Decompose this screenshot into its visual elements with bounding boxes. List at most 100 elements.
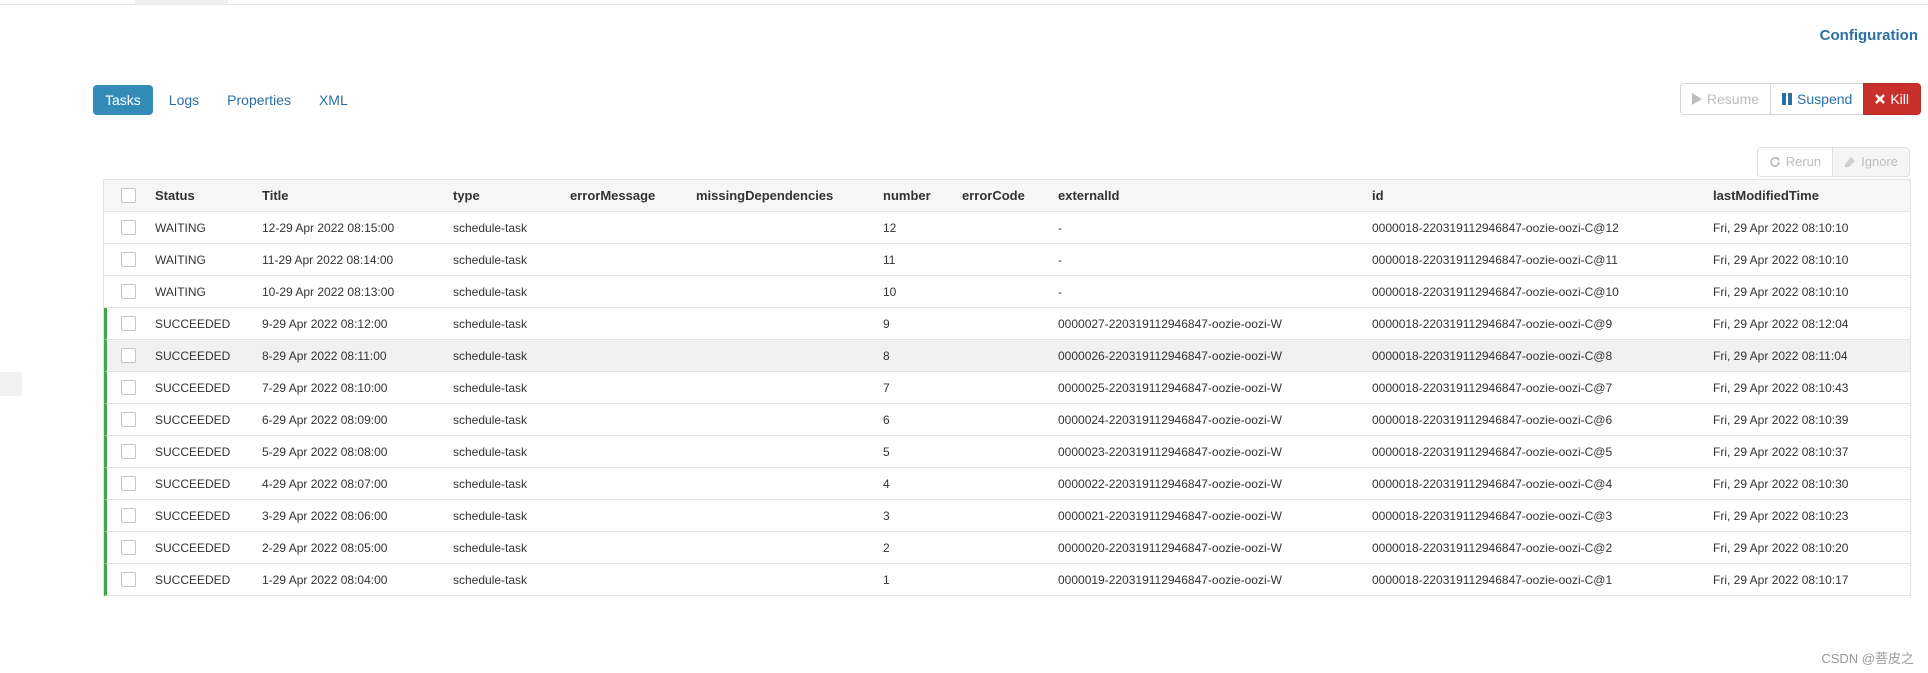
cell-external-id: 0000026-220319112946847-oozie-oozi-W <box>1058 349 1282 363</box>
row-checkbox[interactable] <box>121 284 136 299</box>
cell-id: 0000018-220319112946847-oozie-oozi-C@3 <box>1372 509 1613 523</box>
ignore-button[interactable]: Ignore <box>1832 147 1910 177</box>
cell-last-modified-time: Fri, 29 Apr 2022 08:10:10 <box>1713 285 1849 299</box>
table-row[interactable]: SUCCEEDED 7-29 Apr 2022 08:10:00 schedule-… <box>104 372 1910 404</box>
col-missing-dependencies[interactable]: missingDependencies <box>696 180 833 212</box>
col-status[interactable]: Status <box>155 180 195 212</box>
row-checkbox[interactable] <box>121 220 136 235</box>
cell-number: 9 <box>883 317 890 331</box>
row-checkbox[interactable] <box>121 476 136 491</box>
col-external-id[interactable]: externalId <box>1058 180 1119 212</box>
cell-external-id: 0000022-220319112946847-oozie-oozi-W <box>1058 477 1282 491</box>
tab-logs[interactable]: Logs <box>157 85 211 115</box>
table-row[interactable]: WAITING 12-29 Apr 2022 08:15:00 schedule-t… <box>104 212 1910 244</box>
cell-status: SUCCEEDED <box>155 317 231 331</box>
table-row[interactable]: SUCCEEDED 1-29 Apr 2022 08:04:00 schedule-… <box>104 564 1910 596</box>
cell-last-modified-time: Fri, 29 Apr 2022 08:10:23 <box>1713 509 1849 523</box>
col-title[interactable]: Title <box>262 180 289 212</box>
cell-number: 11 <box>883 253 896 267</box>
row-checkbox[interactable] <box>121 252 136 267</box>
cell-id: 0000018-220319112946847-oozie-oozi-C@8 <box>1372 349 1613 363</box>
cell-type: schedule-task <box>453 509 528 523</box>
col-error-message[interactable]: errorMessage <box>570 180 655 212</box>
pause-icon <box>1782 93 1793 105</box>
cell-title: 6-29 Apr 2022 08:09:00 <box>262 413 388 427</box>
table-row[interactable]: SUCCEEDED 2-29 Apr 2022 08:05:00 schedule-… <box>104 532 1910 564</box>
cell-title: 5-29 Apr 2022 08:08:00 <box>262 445 388 459</box>
cell-title: 12-29 Apr 2022 08:15:00 <box>262 221 395 235</box>
row-checkbox[interactable] <box>121 508 136 523</box>
resume-button[interactable]: Resume <box>1679 83 1772 115</box>
rerun-button[interactable]: Rerun <box>1756 147 1834 177</box>
eraser-icon <box>1845 157 1856 167</box>
cell-status: WAITING <box>155 253 206 267</box>
col-type[interactable]: type <box>453 180 480 212</box>
table-row[interactable]: WAITING 11-29 Apr 2022 08:14:00 schedule-t… <box>104 244 1910 276</box>
rerun-label: Rerun <box>1785 154 1822 169</box>
cell-number: 7 <box>883 381 890 395</box>
tab-properties[interactable]: Properties <box>215 85 303 115</box>
cell-status: WAITING <box>155 221 206 235</box>
row-checkbox[interactable] <box>121 316 136 331</box>
table-row[interactable]: WAITING 10-29 Apr 2022 08:13:00 schedule-t… <box>104 276 1910 308</box>
cell-title: 4-29 Apr 2022 08:07:00 <box>262 477 388 491</box>
cell-external-id: - <box>1058 285 1062 299</box>
cell-last-modified-time: Fri, 29 Apr 2022 08:12:04 <box>1713 317 1849 331</box>
kill-button[interactable]: Kill <box>1863 83 1921 115</box>
row-checkbox[interactable] <box>121 380 136 395</box>
col-error-code[interactable]: errorCode <box>962 180 1025 212</box>
select-all-checkbox[interactable] <box>121 188 136 203</box>
col-last-modified-time[interactable]: lastModifiedTime <box>1713 180 1819 212</box>
row-checkbox[interactable] <box>121 540 136 555</box>
cell-external-id: 0000025-220319112946847-oozie-oozi-W <box>1058 381 1282 395</box>
cell-external-id: 0000019-220319112946847-oozie-oozi-W <box>1058 573 1282 587</box>
table-row[interactable]: SUCCEEDED 6-29 Apr 2022 08:09:00 schedule-… <box>104 404 1910 436</box>
cell-type: schedule-task <box>453 413 528 427</box>
top-border <box>0 0 1928 5</box>
top-tab-stub <box>135 0 228 4</box>
tab-xml[interactable]: XML <box>307 85 360 115</box>
row-checkbox[interactable] <box>121 348 136 363</box>
refresh-icon <box>1769 157 1780 167</box>
col-id[interactable]: id <box>1372 180 1384 212</box>
cell-status: SUCCEEDED <box>155 349 231 363</box>
table-row[interactable]: SUCCEEDED 8-29 Apr 2022 08:11:00 schedule-… <box>104 340 1910 372</box>
cell-last-modified-time: Fri, 29 Apr 2022 08:10:39 <box>1713 413 1849 427</box>
ignore-label: Ignore <box>1861 154 1898 169</box>
configuration-link[interactable]: Configuration <box>1820 27 1918 44</box>
cell-number: 3 <box>883 509 890 523</box>
tab-tasks[interactable]: Tasks <box>93 85 153 115</box>
suspend-button[interactable]: Suspend <box>1770 83 1865 115</box>
table-row[interactable]: SUCCEEDED 3-29 Apr 2022 08:06:00 schedule-… <box>104 500 1910 532</box>
play-icon <box>1691 93 1702 105</box>
table-row[interactable]: SUCCEEDED 5-29 Apr 2022 08:08:00 schedule-… <box>104 436 1910 468</box>
cell-title: 9-29 Apr 2022 08:12:00 <box>262 317 388 331</box>
cell-status: SUCCEEDED <box>155 573 231 587</box>
cell-number: 1 <box>883 573 890 587</box>
cell-last-modified-time: Fri, 29 Apr 2022 08:10:30 <box>1713 477 1849 491</box>
cell-type: schedule-task <box>453 349 528 363</box>
cell-id: 0000018-220319112946847-oozie-oozi-C@6 <box>1372 413 1613 427</box>
row-checkbox[interactable] <box>121 572 136 587</box>
row-checkbox[interactable] <box>121 412 136 427</box>
cell-id: 0000018-220319112946847-oozie-oozi-C@9 <box>1372 317 1613 331</box>
cell-status: SUCCEEDED <box>155 477 231 491</box>
table-row[interactable]: SUCCEEDED 4-29 Apr 2022 08:07:00 schedule-… <box>104 468 1910 500</box>
table-header: Status Title type errorMessage missingDe… <box>104 180 1910 212</box>
kill-label: Kill <box>1890 91 1909 107</box>
cell-number: 12 <box>883 221 897 235</box>
cell-title: 1-29 Apr 2022 08:04:00 <box>262 573 388 587</box>
cell-number: 10 <box>883 285 897 299</box>
cell-status: SUCCEEDED <box>155 445 231 459</box>
cell-external-id: 0000023-220319112946847-oozie-oozi-W <box>1058 445 1282 459</box>
cell-id: 0000018-220319112946847-oozie-oozi-C@5 <box>1372 445 1613 459</box>
cell-id: 0000018-220319112946847-oozie-oozi-C@7 <box>1372 381 1613 395</box>
row-checkbox[interactable] <box>121 444 136 459</box>
cell-number: 6 <box>883 413 890 427</box>
cell-last-modified-time: Fri, 29 Apr 2022 08:10:20 <box>1713 541 1849 555</box>
cell-id: 0000018-220319112946847-oozie-oozi-C@11 <box>1372 253 1618 267</box>
watermark: CSDN @菩皮之 <box>1821 651 1914 666</box>
col-number[interactable]: number <box>883 180 931 212</box>
table-row[interactable]: SUCCEEDED 9-29 Apr 2022 08:12:00 schedule-… <box>104 308 1910 340</box>
cell-external-id: 0000021-220319112946847-oozie-oozi-W <box>1058 509 1282 523</box>
